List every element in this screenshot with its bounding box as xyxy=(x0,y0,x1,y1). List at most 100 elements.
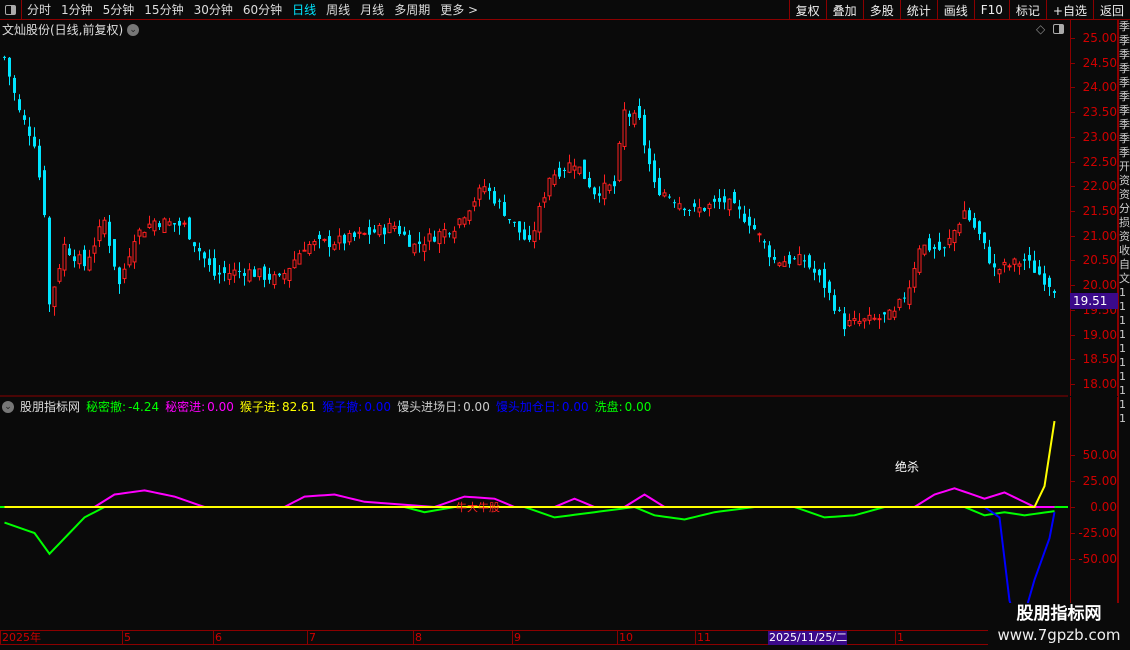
candle xyxy=(933,244,936,259)
candle xyxy=(1048,275,1051,296)
indicator-label: 猴子进: xyxy=(239,400,280,414)
indicator-number: 0.00 xyxy=(463,400,490,414)
date-label: 6 xyxy=(213,631,222,645)
candle xyxy=(1012,257,1017,272)
candle xyxy=(182,220,187,228)
candle xyxy=(362,232,367,236)
indicator-label: 秘密撤: xyxy=(86,400,127,414)
candle xyxy=(278,272,281,277)
candle xyxy=(912,261,917,293)
candle xyxy=(238,262,241,279)
toolbar-button[interactable]: 返回 xyxy=(1092,0,1130,20)
chart-canvas xyxy=(0,55,1068,630)
candle xyxy=(847,313,852,327)
indicator-label: 猴子撤: xyxy=(322,400,363,414)
candle xyxy=(713,195,716,209)
candle xyxy=(572,158,577,179)
candle xyxy=(1007,263,1012,271)
indicator-value: 猴子撤: 0.00 xyxy=(322,398,391,415)
candle xyxy=(887,308,892,320)
candle xyxy=(648,140,651,172)
price-tick: 20.50 xyxy=(1071,253,1119,267)
candle xyxy=(243,268,246,286)
candle xyxy=(748,208,751,234)
candle xyxy=(467,209,472,225)
candle xyxy=(793,256,796,260)
candle xyxy=(203,251,206,268)
candle xyxy=(57,263,62,284)
candle xyxy=(1033,250,1036,273)
candle xyxy=(132,234,137,269)
candle xyxy=(68,243,71,256)
candle xyxy=(843,306,846,337)
candle xyxy=(743,205,746,224)
date-label: 11 xyxy=(695,631,711,645)
candle xyxy=(477,184,482,207)
candle xyxy=(23,109,26,125)
date-label: 10 xyxy=(617,631,633,645)
candle xyxy=(118,266,121,294)
candle xyxy=(272,271,277,289)
candle xyxy=(602,174,607,206)
candle xyxy=(782,255,787,267)
candle xyxy=(962,201,967,219)
candle xyxy=(97,219,102,247)
candle xyxy=(513,221,516,227)
candle xyxy=(77,250,82,269)
candle xyxy=(588,171,591,189)
indicator-axis: 50.00 25.00 0.00 -25.00 -50.00 xyxy=(1070,397,1118,630)
candle xyxy=(147,215,152,229)
candle xyxy=(357,226,362,239)
candle xyxy=(3,55,6,61)
candlesticks xyxy=(3,55,1056,337)
candle xyxy=(188,216,191,240)
candle xyxy=(727,198,732,217)
candle xyxy=(8,57,11,86)
watermark-url: www.7gpzb.com xyxy=(997,626,1121,644)
price-tick: 22.50 xyxy=(1071,155,1119,169)
indicator-value: 馒头进场日: 0.00 xyxy=(397,398,490,415)
price-tick: 21.50 xyxy=(1071,204,1119,218)
watermark: 股朋指标网 www.7gpzb.com xyxy=(988,603,1130,650)
indicator-value: 馒头加仓日: 0.00 xyxy=(496,398,589,415)
candle xyxy=(398,220,401,237)
candle xyxy=(658,168,661,197)
candle xyxy=(833,289,836,315)
indicator-name[interactable]: 股朋指标网 xyxy=(20,398,80,415)
candle xyxy=(968,207,971,222)
candle xyxy=(1002,258,1007,273)
indicator-number: 0.00 xyxy=(207,400,234,414)
indicator-line xyxy=(4,487,1055,509)
candle xyxy=(408,230,411,247)
candle xyxy=(232,262,237,283)
candle xyxy=(73,249,76,268)
candle xyxy=(13,75,16,101)
candle xyxy=(113,238,116,271)
candle xyxy=(897,298,902,311)
indicator-header: ⌄ 股朋指标网 秘密撤: -4.24 秘密进: 0.00 猴子进: 82.61 猴子撤: 0.… xyxy=(2,398,651,415)
chevron-down-icon[interactable]: ⌄ xyxy=(2,400,14,413)
date-label: 1 xyxy=(895,631,904,645)
candle xyxy=(593,186,596,200)
candle xyxy=(688,209,691,217)
indicator-value: 秘密撤: -4.24 xyxy=(86,398,159,415)
candle xyxy=(48,216,51,312)
candle xyxy=(498,198,501,209)
price-tick: 23.50 xyxy=(1071,105,1119,119)
candle xyxy=(903,292,906,303)
indicator-tick: -25.00 xyxy=(1071,526,1119,540)
candle xyxy=(263,264,266,288)
candle xyxy=(493,186,496,206)
date-label: 2025年 xyxy=(0,631,41,645)
candle xyxy=(532,221,537,249)
candle xyxy=(757,232,762,243)
candle xyxy=(337,228,342,250)
candle xyxy=(452,226,457,244)
indicator-number: 82.61 xyxy=(281,400,317,414)
candle xyxy=(677,196,682,211)
candle xyxy=(208,249,211,272)
candle xyxy=(462,216,467,228)
indicator-value: 秘密进: 0.00 xyxy=(165,398,234,415)
candle xyxy=(373,225,376,234)
candle xyxy=(257,268,262,281)
